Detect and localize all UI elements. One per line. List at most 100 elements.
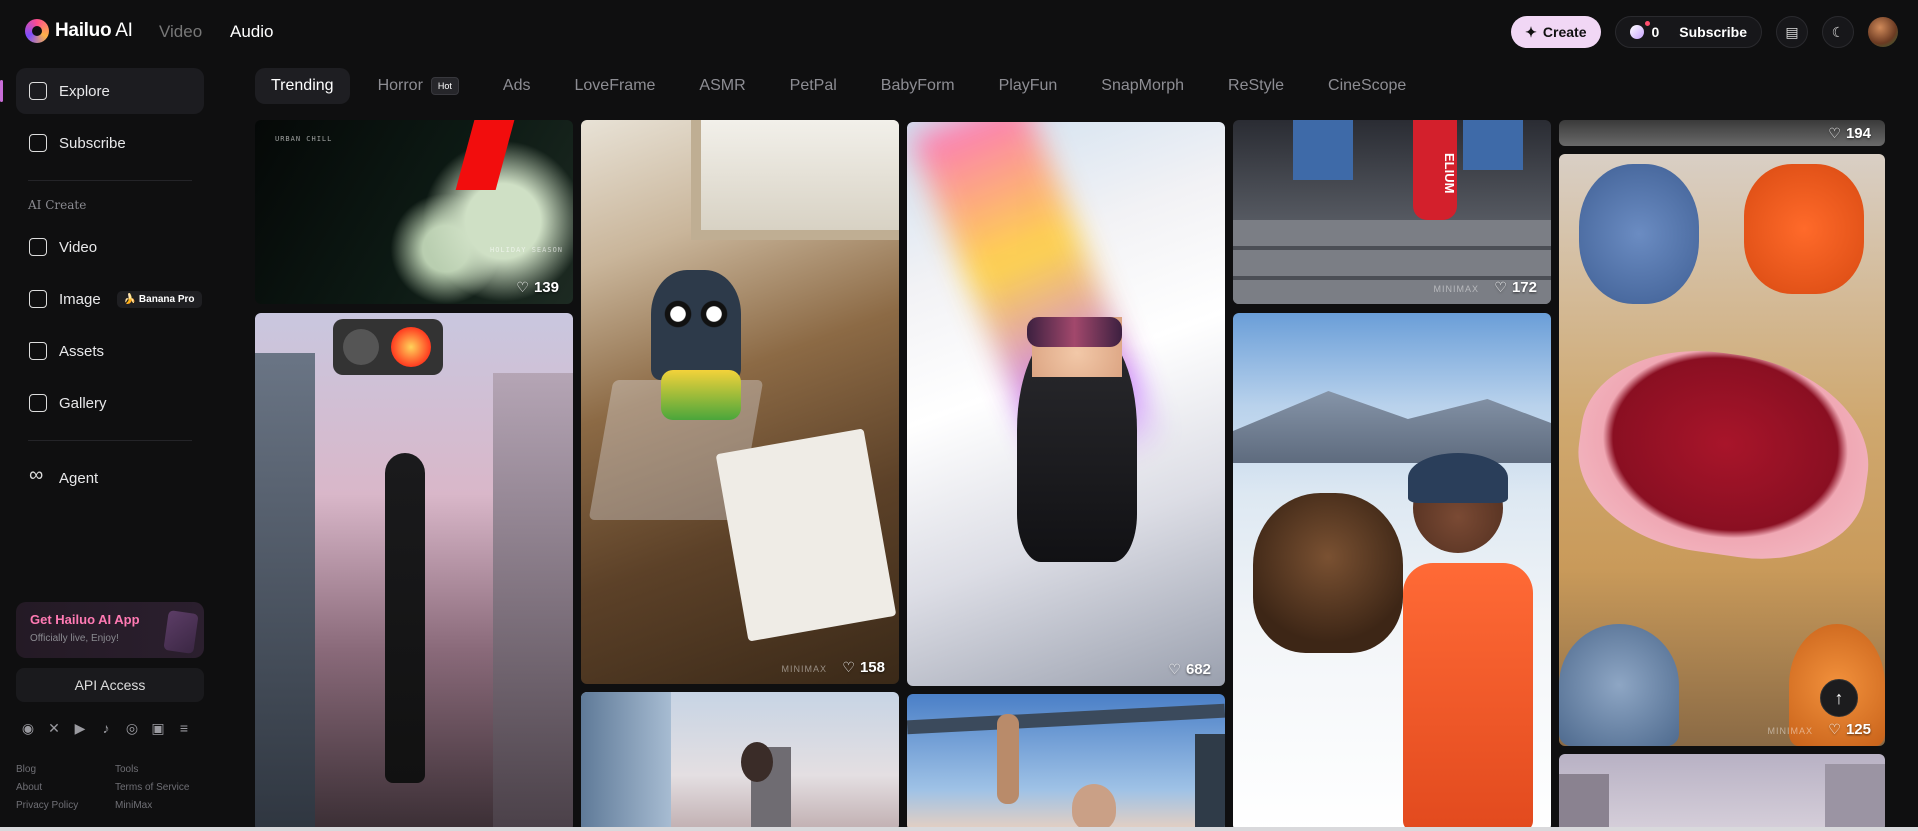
- footer-link-about[interactable]: About: [16, 782, 115, 793]
- tab-trending[interactable]: Trending: [255, 68, 350, 104]
- like-count[interactable]: ♡ 139: [516, 279, 559, 296]
- linkedin-icon[interactable]: ▣: [150, 720, 166, 736]
- tab-snapmorph[interactable]: SnapMorph: [1085, 68, 1200, 104]
- moon-icon[interactable]: ☾: [1822, 16, 1854, 48]
- watermark: MINIMAX: [1767, 726, 1813, 736]
- building-right: [493, 373, 573, 831]
- video-card-bottom-right[interactable]: [1559, 754, 1885, 831]
- like-count[interactable]: ♡ 158: [842, 659, 885, 676]
- sidebar-item-image[interactable]: Image 🍌 Banana Pro: [16, 276, 204, 322]
- like-value: 682: [1185, 661, 1211, 678]
- video-card-top-right[interactable]: ♡ 194: [1559, 120, 1885, 146]
- video-card-city-woman[interactable]: [581, 692, 899, 831]
- video-card-pixel-craft[interactable]: MINIMAX ♡ 158: [581, 120, 899, 684]
- like-value: 158: [859, 659, 885, 676]
- category-tabs: Trending Horror Hot Ads LoveFrame ASMR P…: [255, 68, 1434, 104]
- credits-subscribe-pill[interactable]: 0 Subscribe: [1614, 16, 1762, 48]
- building: [1825, 764, 1885, 831]
- tab-horror[interactable]: Horror Hot: [362, 68, 475, 104]
- create-button[interactable]: ✦ Create: [1511, 16, 1601, 48]
- blue-felt: [1579, 164, 1699, 304]
- building: [581, 692, 671, 831]
- like-count[interactable]: ♡ 172: [1494, 279, 1537, 296]
- sidebar-item-explore[interactable]: Explore: [0, 68, 204, 114]
- hailuo-logo-icon: [25, 19, 49, 43]
- sidebar-item-label: Explore: [59, 82, 110, 100]
- tiktok-icon[interactable]: ♪: [98, 720, 114, 736]
- pull-up-bar: [907, 703, 1225, 735]
- tab-loveframe[interactable]: LoveFrame: [559, 68, 672, 104]
- tab-babyform[interactable]: BabyForm: [865, 68, 971, 104]
- heart-icon: ♡: [516, 279, 529, 295]
- explore-icon: [29, 82, 47, 100]
- footer-link-minimax[interactable]: MiniMax: [115, 800, 215, 811]
- video-card-skier[interactable]: ♡ 682: [907, 122, 1225, 686]
- person-figure: [385, 453, 425, 783]
- sidebar-item-subscribe[interactable]: Subscribe: [16, 120, 204, 166]
- card-caption: HOLIDAY SEASON: [490, 246, 564, 254]
- more-icon[interactable]: ≡: [176, 720, 192, 736]
- avatar[interactable]: [1868, 17, 1898, 47]
- sidebar-item-assets[interactable]: Assets: [16, 328, 204, 374]
- tab-petpal[interactable]: PetPal: [774, 68, 853, 104]
- discord-icon[interactable]: ◉: [20, 720, 36, 736]
- horizontal-scrollbar[interactable]: [0, 827, 1918, 831]
- like-count[interactable]: ♡ 194: [1828, 125, 1871, 142]
- post: [1195, 734, 1225, 831]
- footer-link-blog[interactable]: Blog: [16, 764, 115, 775]
- book-icon[interactable]: ▤: [1776, 16, 1808, 48]
- tab-ads[interactable]: Ads: [487, 68, 547, 104]
- infinity-icon: [29, 464, 47, 487]
- get-app-card[interactable]: Get Hailuo AI App Officially live, Enjoy…: [16, 602, 204, 658]
- footer-links: Blog Tools About Terms of Service Privac…: [16, 764, 215, 811]
- sidebar: Explore Subscribe AI Create Video Image …: [0, 64, 204, 831]
- video-card-felt-steak[interactable]: MINIMAX ♡ 125: [1559, 154, 1885, 746]
- heart-icon: ♡: [842, 659, 855, 675]
- video-card-traffic-light[interactable]: [255, 313, 573, 831]
- gallery-icon: [29, 394, 47, 412]
- create-label: Create: [1542, 24, 1587, 40]
- sparkle-icon: ✦: [1525, 23, 1537, 40]
- tab-cinescope[interactable]: CineScope: [1312, 68, 1422, 104]
- goggles: [1027, 317, 1122, 347]
- mode-tab-audio[interactable]: Audio: [230, 22, 273, 42]
- credit-count: 0: [1651, 24, 1660, 40]
- mountains: [1233, 391, 1551, 463]
- video-card-stairs[interactable]: ELIUM MINIMAX ♡ 172: [1233, 120, 1551, 304]
- video-card-flowers[interactable]: URBAN CHILL HOLIDAY SEASON ♡ 139: [255, 120, 573, 304]
- sidebar-item-agent[interactable]: Agent: [16, 455, 204, 501]
- footer-link-tools[interactable]: Tools: [115, 764, 215, 775]
- like-count[interactable]: ♡ 682: [1168, 661, 1211, 678]
- footer-link-privacy[interactable]: Privacy Policy: [16, 800, 115, 811]
- tab-asmr[interactable]: ASMR: [683, 68, 761, 104]
- bear: [1253, 493, 1403, 653]
- person-head: [1072, 784, 1116, 831]
- api-access-button[interactable]: API Access: [16, 668, 204, 702]
- blue-cup: [1559, 624, 1679, 746]
- scroll-to-top-button[interactable]: ↑: [1820, 679, 1858, 717]
- footer-link-terms[interactable]: Terms of Service: [115, 782, 215, 793]
- tab-playfun[interactable]: PlayFun: [983, 68, 1074, 104]
- like-value: 139: [533, 279, 559, 296]
- sidebar-item-gallery[interactable]: Gallery: [16, 380, 204, 426]
- jeans-left: [1293, 120, 1353, 180]
- video-card-bear-snowboard[interactable]: [1233, 313, 1551, 831]
- youtube-icon[interactable]: ▶: [72, 720, 88, 736]
- video-card-pull-up[interactable]: [907, 694, 1225, 831]
- tab-label: Horror: [377, 77, 423, 94]
- person-head: [741, 742, 773, 782]
- section-label-ai-create: AI Create: [28, 198, 87, 212]
- mode-tab-video[interactable]: Video: [159, 22, 202, 42]
- heart-icon: ♡: [1168, 661, 1181, 677]
- like-count[interactable]: ♡ 125: [1828, 721, 1871, 738]
- building: [1559, 774, 1609, 831]
- brand-logo[interactable]: Hailuo AI: [25, 19, 133, 43]
- red-bottle-label: ELIUM: [1413, 120, 1457, 220]
- brand-suffix: AI: [111, 20, 133, 41]
- x-icon[interactable]: ✕: [46, 720, 62, 736]
- instagram-icon[interactable]: ◎: [124, 720, 140, 736]
- tab-restyle[interactable]: ReStyle: [1212, 68, 1300, 104]
- credit-coin-icon: [1629, 21, 1650, 39]
- sidebar-item-video[interactable]: Video: [16, 224, 204, 270]
- heart-icon: ♡: [1828, 125, 1841, 141]
